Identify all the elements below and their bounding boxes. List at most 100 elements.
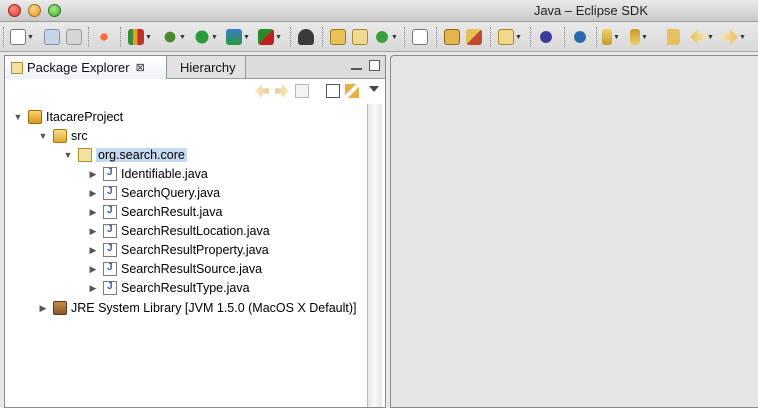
coverage-button[interactable]: ▼ (226, 28, 250, 46)
main-toolbar: ▼ ▼ ▼ ▼ ▼ ▼ ▼ ▼ ▼ ▼ ▼ ▼ (0, 22, 758, 52)
tree-item-library[interactable]: ▶ JRE System Library [JVM 1.5.0 (MacOS X… (38, 299, 357, 317)
close-icon[interactable]: ⊠ (136, 61, 145, 74)
new-wizard-icon (10, 29, 26, 45)
tree-item-file[interactable]: ▶ SearchResultProperty.java (88, 241, 269, 259)
tree-item-source-folder[interactable]: ▼ src (38, 127, 88, 145)
forward-icon (722, 29, 738, 45)
open-task-icon (412, 29, 428, 45)
new-java-project-icon (330, 29, 346, 45)
file-label: SearchResultSource.java (121, 262, 263, 276)
expanded-icon[interactable]: ▼ (38, 131, 48, 141)
maximize-view-icon[interactable] (369, 60, 380, 71)
tree-item-file[interactable]: ▶ SearchResultLocation.java (88, 222, 270, 240)
toolbar-grip[interactable] (290, 27, 294, 47)
toolbar-grip[interactable] (564, 27, 568, 47)
collapsed-icon[interactable]: ▶ (88, 226, 98, 236)
toolbar-grip[interactable] (3, 27, 7, 47)
java-file-icon (103, 186, 117, 200)
collapse-all-icon[interactable] (326, 84, 340, 98)
toolbar-grip[interactable] (322, 27, 326, 47)
open-task-button[interactable] (412, 28, 428, 46)
collapsed-icon[interactable]: ▶ (88, 207, 98, 217)
package-explorer-view: Package Explorer ⊠ Hierarchy ▼ ItacarePr… (4, 55, 386, 408)
java-file-icon (103, 281, 117, 295)
tree-item-project[interactable]: ▼ ItacareProject (13, 108, 123, 126)
last-edit-button[interactable] (664, 28, 680, 46)
open-type-icon (444, 29, 460, 45)
new-java-project-button[interactable] (330, 28, 346, 46)
toggle-ant-icon (96, 29, 112, 45)
save-button[interactable] (44, 28, 60, 46)
run-button[interactable]: ▼ (194, 28, 218, 46)
forward-icon[interactable] (275, 84, 289, 98)
external-tools-icon (258, 29, 274, 45)
search-button[interactable]: ▼ (498, 28, 522, 46)
next-annotation-button[interactable]: ▼ (602, 28, 620, 46)
new-class-button[interactable]: ▼ (374, 28, 398, 46)
java-file-icon (103, 167, 117, 181)
collapsed-icon[interactable]: ▶ (38, 303, 48, 313)
collapsed-icon[interactable]: ▶ (88, 283, 98, 293)
debug-icon (162, 29, 178, 45)
java-file-icon (103, 224, 117, 238)
collapsed-icon[interactable]: ▶ (88, 264, 98, 274)
toolbar-grip[interactable] (436, 27, 440, 47)
library-icon (53, 301, 67, 315)
open-resource-icon (466, 29, 482, 45)
tree-item-file[interactable]: ▶ Identifiable.java (88, 165, 208, 183)
previous-annotation-icon (630, 29, 640, 45)
tree-item-file[interactable]: ▶ SearchResultType.java (88, 279, 250, 297)
last-edit-icon (664, 29, 680, 45)
expanded-icon[interactable]: ▼ (13, 112, 23, 122)
back-icon[interactable] (255, 84, 269, 98)
tree-item-package[interactable]: ▼ org.search.core (63, 146, 187, 164)
search-perspective-button[interactable] (298, 28, 314, 46)
toolbar-grip[interactable] (530, 27, 534, 47)
tree-item-file[interactable]: ▶ SearchResult.java (88, 203, 222, 221)
java-file-icon (103, 262, 117, 276)
open-resource-button[interactable] (466, 28, 482, 46)
package-label: org.search.core (96, 148, 187, 162)
web-button[interactable] (572, 28, 588, 46)
vertical-scrollbar[interactable] (367, 104, 382, 407)
tree-item-file[interactable]: ▶ SearchResultSource.java (88, 260, 262, 278)
toggle-ant-button[interactable] (96, 28, 112, 46)
run-icon (194, 29, 210, 45)
new-wizard-button[interactable]: ▼ (10, 28, 34, 46)
view-menu-icon[interactable] (369, 86, 379, 92)
external-tools-button[interactable]: ▼ (258, 28, 282, 46)
toolbar-grip[interactable] (596, 27, 600, 47)
tab-label: Hierarchy (180, 59, 236, 75)
package-explorer-icon (11, 61, 23, 74)
print-button[interactable] (66, 28, 82, 46)
view-tab-bar: Package Explorer ⊠ Hierarchy (5, 56, 385, 79)
editor-area[interactable] (390, 55, 758, 408)
previous-annotation-button[interactable]: ▼ (630, 28, 648, 46)
forward-button[interactable]: ▼ (722, 28, 746, 46)
toolbar-grip[interactable] (120, 27, 124, 47)
collapsed-icon[interactable]: ▶ (88, 169, 98, 179)
debug-button[interactable]: ▼ (162, 28, 186, 46)
collapsed-icon[interactable]: ▶ (88, 188, 98, 198)
tab-hierarchy[interactable]: Hierarchy (168, 56, 246, 78)
toolbar-grip[interactable] (404, 27, 408, 47)
file-label: SearchResult.java (121, 205, 223, 219)
tree-item-file[interactable]: ▶ SearchQuery.java (88, 184, 220, 202)
toolbar-grip[interactable] (88, 27, 92, 47)
back-button[interactable]: ▼ (690, 28, 714, 46)
up-icon[interactable] (295, 84, 309, 98)
file-label: SearchQuery.java (121, 186, 221, 200)
new-package-button[interactable] (352, 28, 368, 46)
expanded-icon[interactable]: ▼ (63, 150, 73, 160)
run-external-button[interactable]: ▼ (128, 28, 152, 46)
minimize-view-icon[interactable] (351, 62, 362, 70)
collapsed-icon[interactable]: ▶ (88, 245, 98, 255)
open-type-button[interactable] (444, 28, 460, 46)
run-external-icon (128, 29, 144, 45)
project-label: ItacareProject (46, 110, 124, 124)
link-with-editor-icon[interactable] (345, 84, 359, 98)
source-folder-label: src (71, 129, 88, 143)
globe-button[interactable] (538, 28, 554, 46)
toolbar-grip[interactable] (490, 27, 494, 47)
tab-package-explorer[interactable]: Package Explorer ⊠ (5, 56, 167, 79)
